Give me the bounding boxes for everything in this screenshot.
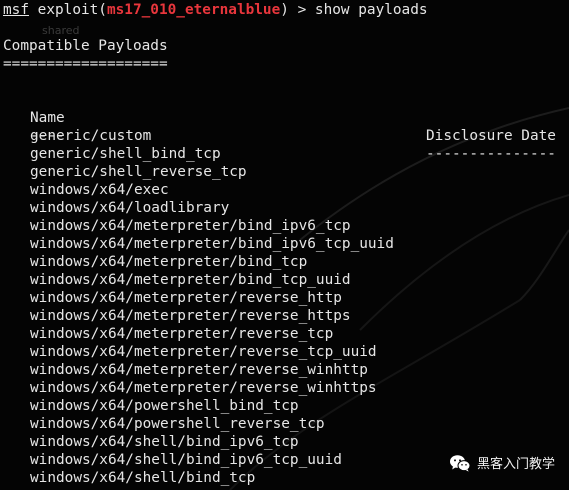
prompt-suffix: ) > bbox=[280, 2, 315, 18]
payload-name: windows/x64/meterpreter/bind_ipv6_tcp bbox=[30, 218, 351, 234]
payload-name: windows/x64/meterpreter/reverse_winhttp bbox=[30, 362, 368, 378]
payload-name: windows/x64/shell/bind_tcp bbox=[30, 470, 256, 486]
payload-name: windows/x64/shell/bind_ipv6_tcp_uuid bbox=[30, 452, 342, 468]
column-rule-disclosure-date: --------------- bbox=[426, 146, 556, 162]
table-header: Name Disclosure Date bbox=[0, 91, 569, 144]
payload-name: windows/x64/meterpreter/bind_tcp_uuid bbox=[30, 272, 351, 288]
faint-text: shared bbox=[42, 24, 80, 37]
column-header-disclosure-date: Disclosure Date bbox=[426, 128, 556, 144]
payload-name: windows/x64/powershell_reverse_tcp bbox=[30, 416, 325, 432]
watermark-text: 黑客入门教学 bbox=[476, 457, 555, 472]
payload-name: windows/x64/meterpreter/reverse_tcp_uuid bbox=[30, 344, 377, 360]
payload-name: windows/x64/shell/bind_ipv6_tcp bbox=[30, 434, 299, 450]
payload-name: windows/x64/exec bbox=[30, 182, 169, 198]
wechat-icon bbox=[449, 454, 471, 472]
payload-name: windows/x64/meterpreter/bind_tcp bbox=[30, 254, 308, 270]
payload-name: windows/x64/meterpreter/bind_ipv6_tcp_uu… bbox=[30, 236, 394, 252]
prompt-line: msf exploit(ms17_010_eternalblue) > show… bbox=[3, 1, 428, 19]
table-header-rule: ---- --------------- bbox=[0, 109, 569, 162]
payload-name: generic/shell_reverse_tcp bbox=[30, 164, 247, 180]
wechat-watermark: 黑客入门教学 bbox=[449, 453, 555, 472]
section-rule: =================== bbox=[3, 56, 168, 72]
terminal-window[interactable]: msf exploit(ms17_010_eternalblue) > show… bbox=[0, 0, 569, 490]
payload-name: windows/x64/meterpreter/reverse_tcp bbox=[30, 326, 334, 342]
payload-name: windows/x64/powershell_bind_tcp bbox=[30, 398, 299, 414]
command-text: show payloads bbox=[314, 2, 428, 18]
exploit-prefix: exploit( bbox=[29, 2, 107, 18]
payload-name: windows/x64/meterpreter/reverse_http bbox=[30, 290, 342, 306]
payload-name: generic/custom bbox=[30, 128, 152, 144]
payload-name: windows/x64/meterpreter/reverse_https bbox=[30, 308, 351, 324]
module-name: ms17_010_eternalblue bbox=[106, 2, 281, 18]
msf-prompt: msf bbox=[3, 2, 29, 18]
payload-name: generic/shell_bind_tcp bbox=[30, 146, 221, 162]
payload-name: windows/x64/meterpreter/reverse_winhttps bbox=[30, 380, 377, 396]
section-title: Compatible Payloads bbox=[3, 38, 168, 54]
payload-name: windows/x64/loadlibrary bbox=[30, 200, 230, 216]
